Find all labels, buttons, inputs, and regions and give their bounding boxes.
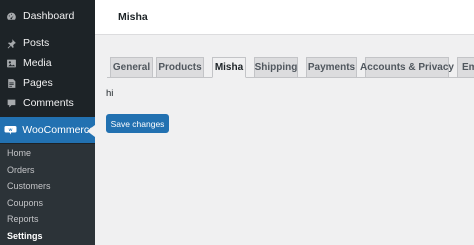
- submenu-item-reports[interactable]: Reports: [7, 214, 39, 224]
- tab-general[interactable]: General: [110, 57, 153, 78]
- submenu-item-home[interactable]: Home: [7, 148, 31, 158]
- tab-shipping[interactable]: Shipping: [254, 57, 298, 78]
- sidebar-item-label: Comments: [23, 97, 74, 109]
- tab-payments[interactable]: Payments: [306, 57, 357, 78]
- dashboard-icon: [1, 3, 21, 29]
- tab-misha[interactable]: Misha: [212, 57, 246, 78]
- submenu-item-coupons[interactable]: Coupons: [7, 198, 43, 208]
- tab-emails[interactable]: Em: [457, 57, 474, 78]
- sidebar-item-label: WooCommerce: [22, 124, 95, 136]
- woocommerce-icon: W: [1, 117, 20, 143]
- tab-accounts-privacy[interactable]: Accounts & Privacy: [360, 57, 454, 78]
- sidebar-item-label: Pages: [23, 77, 53, 89]
- submenu-item-orders[interactable]: Orders: [7, 165, 35, 175]
- sidebar-item-label: Media: [23, 57, 52, 69]
- sidebar-item-comments[interactable]: Comments: [0, 90, 95, 116]
- submenu-item-customers[interactable]: Customers: [7, 181, 51, 191]
- save-changes-button[interactable]: Save changes: [106, 114, 169, 133]
- woocommerce-submenu: Home Orders Customers Coupons Reports Se…: [0, 144, 95, 245]
- comment-icon: [1, 90, 21, 116]
- tab-products[interactable]: Products: [156, 57, 204, 78]
- admin-sidebar: Dashboard Posts Media Pages Comments W W…: [0, 0, 95, 245]
- sidebar-item-label: Dashboard: [23, 10, 75, 22]
- sidebar-item-dashboard[interactable]: Dashboard: [0, 3, 95, 29]
- settings-content-text: hi: [106, 88, 114, 99]
- sidebar-item-label: Posts: [23, 37, 50, 49]
- svg-text:W: W: [9, 127, 13, 132]
- submenu-item-settings[interactable]: Settings: [7, 231, 43, 241]
- sidebar-item-woocommerce[interactable]: W WooCommerce: [0, 117, 95, 143]
